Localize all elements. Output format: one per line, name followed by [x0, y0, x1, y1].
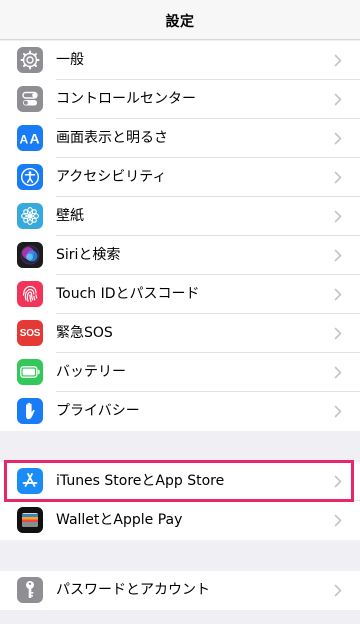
- settings-row-label: バッテリー: [56, 364, 126, 380]
- settings-row-wallet-apple-pay[interactable]: WalletとApple Pay: [0, 501, 360, 540]
- settings-group-stores: iTunes StoreとApp Store WalletとApple Pay: [0, 462, 360, 540]
- chevron-right-icon: [334, 475, 342, 488]
- chevron-right-icon: [334, 132, 342, 145]
- chevron-right-icon: [334, 288, 342, 301]
- settings-row-display-brightness[interactable]: A A 画面表示と明るさ: [0, 119, 360, 158]
- siri-icon: [17, 242, 43, 268]
- settings-row-label: 一般: [56, 52, 84, 68]
- gear-icon: [17, 47, 43, 73]
- settings-row-label: 壁紙: [56, 208, 84, 224]
- chevron-right-icon: [334, 249, 342, 262]
- chevron-right-icon: [334, 93, 342, 106]
- settings-row-label: WalletとApple Pay: [56, 512, 183, 528]
- fingerprint-icon: [17, 281, 43, 307]
- settings-row-accessibility[interactable]: アクセシビリティ: [0, 158, 360, 197]
- settings-row-label: iTunes StoreとApp Store: [56, 473, 225, 489]
- sos-icon: SOS: [17, 320, 43, 346]
- navigation-bar: 設定: [0, 0, 360, 40]
- settings-row-label: パスワードとアカウント: [56, 582, 210, 598]
- settings-row-label: Siriと検索: [56, 247, 121, 263]
- settings-row-label: Touch IDとパスコード: [56, 286, 200, 302]
- settings-group-accounts: パスワードとアカウント: [0, 571, 360, 610]
- page-title: 設定: [165, 14, 195, 30]
- settings-row-privacy[interactable]: プライバシー: [0, 392, 360, 431]
- svg-text:A: A: [30, 131, 40, 147]
- toggles-icon: [17, 86, 43, 112]
- chevron-right-icon: [334, 327, 342, 340]
- settings-row-label: 緊急SOS: [56, 325, 113, 341]
- chevron-right-icon: [334, 171, 342, 184]
- chevron-right-icon: [334, 405, 342, 418]
- settings-row-emergency-sos[interactable]: SOS 緊急SOS: [0, 314, 360, 353]
- settings-row-label: アクセシビリティ: [56, 169, 167, 185]
- chevron-right-icon: [334, 366, 342, 379]
- chevron-right-icon: [334, 584, 342, 597]
- settings-row-battery[interactable]: バッテリー: [0, 353, 360, 392]
- settings-row-label: 画面表示と明るさ: [56, 130, 168, 146]
- settings-row-siri-search[interactable]: Siriと検索: [0, 236, 360, 275]
- text-size-icon: A A: [17, 125, 43, 151]
- hand-icon: [17, 398, 43, 424]
- settings-row-wallpaper[interactable]: 壁紙: [0, 197, 360, 236]
- wallet-icon: [17, 507, 43, 533]
- flower-icon: [17, 203, 43, 229]
- settings-row-label: コントロールセンター: [56, 91, 196, 107]
- accessibility-icon: [17, 164, 43, 190]
- settings-group-general: 一般 コントロールセンター A A 画面表示と明るさ アクセシビリティ 壁紙 S…: [0, 41, 360, 431]
- key-icon: [17, 577, 43, 603]
- settings-row-label: プライバシー: [56, 403, 140, 419]
- chevron-right-icon: [334, 54, 342, 67]
- settings-row-passwords-accounts[interactable]: パスワードとアカウント: [0, 571, 360, 610]
- chevron-right-icon: [334, 514, 342, 527]
- settings-row-itunes-app-store[interactable]: iTunes StoreとApp Store: [0, 462, 360, 501]
- svg-text:A: A: [20, 133, 29, 147]
- sos-icon-text: SOS: [19, 327, 41, 339]
- app-store-icon: [17, 468, 43, 494]
- battery-icon: [17, 359, 43, 385]
- chevron-right-icon: [334, 210, 342, 223]
- settings-row-control-center[interactable]: コントロールセンター: [0, 80, 360, 119]
- settings-row-general[interactable]: 一般: [0, 41, 360, 80]
- settings-row-touch-id-passcode[interactable]: Touch IDとパスコード: [0, 275, 360, 314]
